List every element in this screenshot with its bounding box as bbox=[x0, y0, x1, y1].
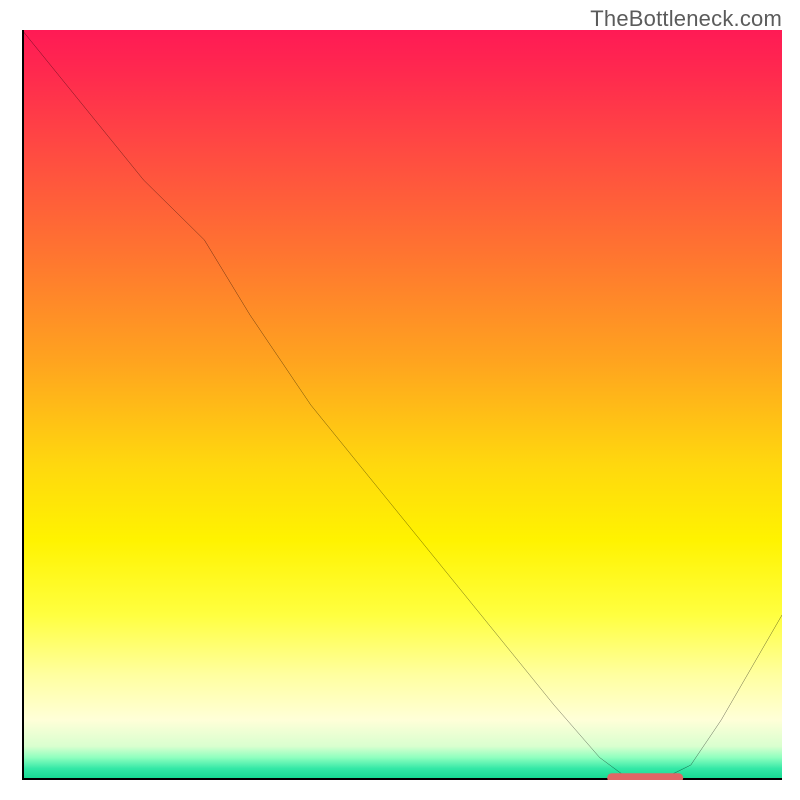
x-axis-line bbox=[22, 778, 782, 780]
heat-gradient-background bbox=[22, 30, 782, 780]
chart-container: TheBottleneck.com bbox=[0, 0, 800, 800]
plot-area bbox=[22, 30, 782, 780]
attribution-text: TheBottleneck.com bbox=[590, 6, 782, 32]
y-axis-line bbox=[22, 30, 24, 780]
attribution-label: TheBottleneck.com bbox=[590, 6, 782, 31]
